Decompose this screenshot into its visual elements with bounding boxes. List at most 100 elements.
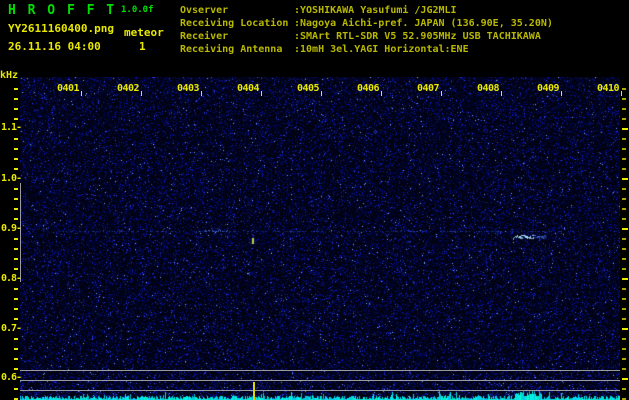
freq-tick-right <box>622 378 628 380</box>
freq-minor-tick-left <box>14 158 18 160</box>
app-version: 1.0.0f <box>121 5 154 15</box>
freq-tick-right <box>622 208 626 210</box>
freq-tick-right <box>622 278 628 280</box>
station-value: :YOSHIKAWA Yasufumi /JG2MLI <box>294 5 457 16</box>
freq-tick-right <box>622 368 626 370</box>
time-label-0408: 0408 <box>477 83 500 94</box>
minute-tick <box>621 91 622 96</box>
time-label-0407: 0407 <box>417 83 440 94</box>
freq-tick-right <box>622 318 626 320</box>
echo-count: 1 <box>139 40 146 53</box>
station-value: :Nagoya Aichi-pref. JAPAN (136.90E, 35.2… <box>294 18 553 29</box>
mode-label: meteor <box>124 26 164 39</box>
time-label-0402: 0402 <box>117 83 140 94</box>
freq-tick-right <box>622 248 626 250</box>
level-reference-line <box>20 390 620 391</box>
hrofft-spectrogram-screenshot: H R O F F T 1.0.0f YY2611160400.png mete… <box>0 0 629 400</box>
freq-minor-tick-left <box>14 308 18 310</box>
freq-tick-right <box>622 358 626 360</box>
freq-tick-right <box>622 148 626 150</box>
freq-minor-tick-left <box>14 218 18 220</box>
spectrogram-canvas <box>20 77 620 400</box>
station-label: Receiver <box>180 31 229 42</box>
freq-minor-tick-left <box>14 298 18 300</box>
freq-tick-right <box>622 128 628 130</box>
freq-tick-right <box>622 288 626 290</box>
freq-minor-tick-left <box>14 208 18 210</box>
freq-label-1.1: 1.1- <box>1 122 22 133</box>
freq-minor-tick-left <box>14 358 18 360</box>
freq-tick-right <box>622 228 628 230</box>
freq-tick-right <box>622 118 626 120</box>
freq-minor-tick-left <box>14 388 18 390</box>
freq-label-0.8: 0.8- <box>1 273 22 284</box>
freq-tick-right <box>622 158 626 160</box>
observation-datetime: 26.11.16 04:00 <box>8 40 101 53</box>
freq-tick-right <box>622 218 626 220</box>
station-row-receiver: Receiver :SMArt RTL-SDR V5 52.905MHz USB … <box>180 30 553 43</box>
freq-minor-tick-left <box>14 168 18 170</box>
minute-tick <box>501 91 502 96</box>
level-reference-line <box>20 370 620 371</box>
time-label-0404: 0404 <box>237 83 260 94</box>
freq-tick-right <box>622 258 626 260</box>
freq-minor-tick-left <box>14 198 18 200</box>
freq-tick-right <box>622 198 626 200</box>
freq-tick-right <box>622 178 628 180</box>
freq-tick-right <box>622 388 626 390</box>
level-reference-line <box>20 380 620 381</box>
freq-tick-right <box>622 168 626 170</box>
freq-label-0.9: 0.9- <box>1 223 22 234</box>
freq-minor-tick-left <box>14 98 18 100</box>
freq-tick-right <box>622 98 626 100</box>
freq-tick-right <box>622 88 626 90</box>
freq-minor-tick-left <box>14 148 18 150</box>
minute-tick <box>81 91 82 96</box>
station-label: Receiving Location <box>180 18 289 29</box>
freq-minor-tick-left <box>14 288 18 290</box>
station-label: Receiving Antenna <box>180 44 283 55</box>
minute-tick <box>321 91 322 96</box>
time-label-0410: 0410 <box>597 83 620 94</box>
app-title: H R O F F T <box>8 3 117 18</box>
freq-tick-right <box>622 298 626 300</box>
freq-minor-tick-left <box>14 258 18 260</box>
start-marker-line <box>20 183 21 282</box>
freq-unit-label: kHz <box>0 70 19 81</box>
station-value: :10mH 3el.YAGI Horizontal:ENE <box>294 44 469 55</box>
freq-tick-right <box>622 138 626 140</box>
minute-tick <box>441 91 442 96</box>
freq-label-0.6: 0.6- <box>1 372 22 383</box>
freq-minor-tick-left <box>14 138 18 140</box>
freq-tick-right <box>622 188 626 190</box>
freq-tick-right <box>622 348 626 350</box>
freq-minor-tick-left <box>14 188 18 190</box>
freq-minor-tick-left <box>14 108 18 110</box>
freq-tick-right <box>622 338 626 340</box>
station-info: Ovserver :YOSHIKAWA Yasufumi /JG2MLI Rece… <box>180 4 553 56</box>
freq-tick-right <box>622 308 626 310</box>
time-label-0406: 0406 <box>357 83 380 94</box>
minute-tick <box>141 91 142 96</box>
time-label-0401: 0401 <box>57 83 80 94</box>
freq-label-0.7: 0.7- <box>1 323 22 334</box>
freq-tick-right <box>622 108 626 110</box>
freq-minor-tick-left <box>14 338 18 340</box>
station-value: :SMArt RTL-SDR V5 52.905MHz USB TACHIKAW… <box>294 31 541 42</box>
minute-tick <box>261 91 262 96</box>
station-row-observer: Ovserver :YOSHIKAWA Yasufumi /JG2MLI <box>180 4 553 17</box>
freq-minor-tick-left <box>14 318 18 320</box>
time-label-0409: 0409 <box>537 83 560 94</box>
freq-minor-tick-left <box>14 238 18 240</box>
freq-minor-tick-left <box>14 348 18 350</box>
station-row-antenna: Receiving Antenna :10mH 3el.YAGI Horizont… <box>180 43 553 56</box>
freq-minor-tick-left <box>14 248 18 250</box>
time-label-0403: 0403 <box>177 83 200 94</box>
freq-tick-right <box>622 268 626 270</box>
freq-minor-tick-left <box>14 118 18 120</box>
minute-tick <box>561 91 562 96</box>
freq-minor-tick-left <box>14 268 18 270</box>
freq-minor-tick-left <box>14 368 18 370</box>
station-label: Ovserver <box>180 5 229 16</box>
freq-minor-tick-left <box>14 88 18 90</box>
